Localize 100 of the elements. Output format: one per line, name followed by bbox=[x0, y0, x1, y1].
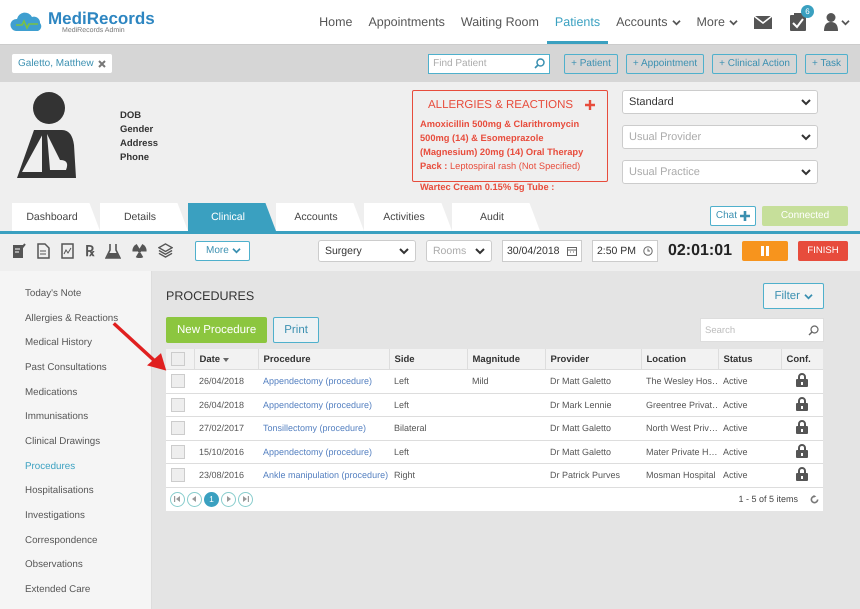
user-menu[interactable] bbox=[824, 13, 850, 31]
table-cell: 27/02/2017 bbox=[199, 423, 244, 434]
row-checkbox[interactable] bbox=[171, 444, 185, 459]
column-header[interactable]: Status bbox=[718, 349, 781, 370]
chart-document-icon[interactable] bbox=[61, 242, 74, 258]
first-page-button[interactable] bbox=[170, 492, 185, 506]
sidebar-item[interactable]: Allergies & Reactions bbox=[0, 306, 151, 330]
table-cell: Mild bbox=[472, 376, 489, 386]
table-cell: 23/08/2016 bbox=[199, 470, 244, 480]
chevron-down-icon bbox=[474, 246, 485, 254]
connection-status: Connected bbox=[762, 206, 848, 226]
allergy-entry: Wartec Cream 0.15% 5g Tube : bbox=[420, 182, 554, 192]
sidebar-item[interactable]: Past Consultations bbox=[0, 355, 151, 380]
column-header[interactable]: Location bbox=[641, 349, 718, 370]
nav-link[interactable]: Accounts bbox=[608, 0, 689, 44]
row-checkbox[interactable] bbox=[171, 468, 185, 482]
tab[interactable]: Activities bbox=[364, 203, 452, 231]
search-icon bbox=[534, 58, 546, 69]
column-header[interactable]: Magnitude bbox=[467, 349, 545, 370]
refresh-icon[interactable] bbox=[810, 494, 819, 504]
table-cell: Active bbox=[723, 423, 748, 434]
row-checkbox[interactable] bbox=[171, 398, 185, 412]
plus-icon bbox=[740, 210, 750, 220]
notepad-pen-icon[interactable] bbox=[12, 242, 26, 258]
cloud-logo-icon bbox=[10, 11, 44, 33]
chevron-down-icon bbox=[232, 247, 241, 254]
nav-link[interactable]: Waiting Room bbox=[452, 0, 547, 44]
sidebar-item[interactable]: Today's Note bbox=[0, 281, 151, 306]
table-cell: Dr Matt Galetto bbox=[550, 446, 612, 457]
date-field[interactable]: 30/04/2018 bbox=[502, 240, 582, 262]
pause-button[interactable] bbox=[742, 240, 788, 260]
location-select[interactable]: Surgery bbox=[318, 240, 416, 262]
stack-icon[interactable] bbox=[158, 243, 173, 258]
table-cell: Greentree Privat… bbox=[646, 400, 718, 410]
sidebar-item[interactable]: Hospitalisations bbox=[0, 478, 151, 504]
next-page-button[interactable] bbox=[221, 492, 236, 506]
tab[interactable]: Details bbox=[100, 203, 188, 231]
procedure-link[interactable]: Appendectomy (procedure) bbox=[263, 400, 372, 410]
close-icon[interactable] bbox=[98, 60, 106, 68]
sidebar-item[interactable]: Extended Care bbox=[0, 577, 151, 602]
sidebar-item[interactable]: Immunisations bbox=[0, 404, 151, 430]
nav-link[interactable]: Appointments bbox=[360, 0, 453, 44]
patient-tab[interactable]: Galetto, Matthew bbox=[12, 54, 112, 73]
column-header[interactable]: Date bbox=[194, 349, 258, 370]
select-all-checkbox[interactable] bbox=[171, 352, 185, 366]
nav-link[interactable]: More bbox=[688, 0, 746, 44]
table-cell: Right bbox=[394, 470, 416, 480]
row-checkbox[interactable] bbox=[171, 374, 185, 388]
procedure-link[interactable]: Tonsillectomy (procedure) bbox=[263, 423, 366, 434]
radiation-icon[interactable] bbox=[132, 243, 147, 258]
document-icon[interactable] bbox=[37, 242, 50, 258]
chevron-down-icon bbox=[801, 168, 811, 176]
sidebar-item[interactable]: Observations bbox=[0, 552, 151, 578]
first-page-icon bbox=[174, 496, 181, 502]
table-cell: Mater Private H… bbox=[646, 446, 718, 457]
column-header[interactable]: Procedure bbox=[258, 349, 389, 370]
plus-icon[interactable] bbox=[585, 100, 595, 110]
nav-link[interactable]: Home bbox=[311, 0, 360, 44]
column-header[interactable]: Provider bbox=[545, 349, 641, 370]
table-cell: Active bbox=[723, 400, 748, 410]
sidebar-item[interactable]: Medications bbox=[0, 380, 151, 404]
padlock-icon bbox=[796, 373, 808, 388]
table-cell: Left bbox=[394, 400, 410, 410]
logo-text: MediRecords bbox=[48, 10, 155, 27]
select-field[interactable]: Standard bbox=[622, 90, 818, 114]
chat-button[interactable]: Chat bbox=[710, 206, 756, 226]
lab-flask-icon[interactable] bbox=[105, 242, 121, 258]
table-cell: Dr Mark Lennie bbox=[550, 400, 612, 410]
prescription-icon[interactable]: ℞ bbox=[85, 240, 94, 261]
procedure-link[interactable]: Ankle manipulation (procedure) bbox=[263, 470, 388, 480]
column-header[interactable]: Side bbox=[389, 349, 467, 370]
table-cell: Dr Matt Galetto bbox=[550, 376, 612, 386]
tab[interactable]: Dashboard bbox=[12, 203, 100, 231]
row-checkbox[interactable] bbox=[171, 421, 185, 436]
procedure-link[interactable]: Appendectomy (procedure) bbox=[263, 446, 372, 457]
column-header[interactable]: Conf. bbox=[781, 349, 823, 370]
tab[interactable]: Accounts bbox=[276, 203, 364, 231]
table-cell: Left bbox=[394, 376, 410, 386]
sidebar-item[interactable]: Clinical Drawings bbox=[0, 429, 151, 454]
chevron-down-icon bbox=[841, 18, 850, 26]
checked-clipboard-icon[interactable] bbox=[790, 13, 806, 31]
time-field[interactable]: 2:50 PM bbox=[592, 240, 658, 262]
mail-icon[interactable] bbox=[754, 16, 772, 28]
pagination-summary: 1 - 5 of 5 items bbox=[738, 494, 798, 504]
table-cell: 15/10/2016 bbox=[199, 446, 244, 457]
finish-button[interactable]: FINISH bbox=[798, 240, 848, 260]
sidebar-item[interactable]: Investigations bbox=[0, 503, 151, 528]
padlock-icon bbox=[796, 396, 808, 411]
table-cell: Bilateral bbox=[394, 423, 427, 434]
table-cell: Active bbox=[723, 470, 748, 480]
padlock-icon bbox=[796, 444, 808, 458]
more-button[interactable]: More bbox=[195, 240, 250, 260]
previous-page-button[interactable] bbox=[187, 492, 202, 506]
procedure-link[interactable]: Appendectomy (procedure) bbox=[263, 376, 372, 386]
last-page-button[interactable] bbox=[238, 492, 253, 506]
sidebar-item[interactable]: Medical History bbox=[0, 330, 151, 356]
last-page-icon bbox=[242, 496, 249, 502]
sidebar-item[interactable]: Correspondence bbox=[0, 528, 151, 553]
tab[interactable]: Audit bbox=[452, 203, 540, 231]
chevron-down-icon bbox=[801, 98, 811, 106]
